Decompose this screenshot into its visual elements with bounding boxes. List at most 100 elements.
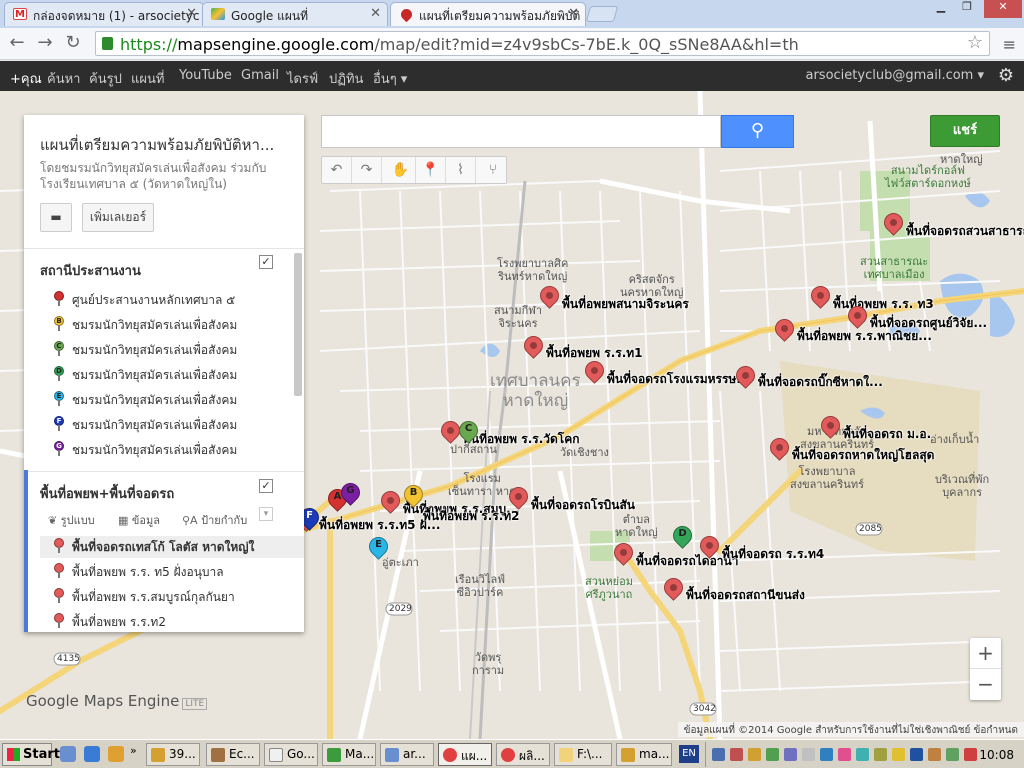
start-button[interactable]: Start (2, 743, 60, 766)
draw-line-icon[interactable]: ⌇ (446, 157, 476, 183)
marker-label[interactable]: พื้นที่จอดรถ ร.ร.ท4 (722, 545, 824, 564)
gbar-youtube[interactable]: YouTube (179, 68, 232, 83)
map-marker[interactable] (660, 574, 687, 605)
list-item[interactable]: F ชมรมนักวิทยุสมัครเล่นเพื่อสังคม (54, 414, 294, 436)
map-marker[interactable] (771, 315, 798, 346)
layer-checkbox[interactable]: ✓ (259, 255, 273, 269)
scrollbar[interactable] (294, 253, 302, 396)
taskbar-button[interactable]: 39... (146, 743, 200, 766)
marker-label[interactable]: พื้นที่อพยพ ร.ร.วัดโคก (463, 430, 580, 449)
map-marker-d[interactable]: D (669, 522, 696, 553)
account-menu[interactable]: arsocietyclub@gmail.com ▾ (806, 68, 985, 83)
list-item[interactable]: B ชมรมนักวิทยุสมัครเล่นเพื่อสังคม (54, 314, 294, 336)
tab-gmail[interactable]: M กล่องจดหมาย (1) - arsocietyc ✕ (4, 2, 204, 26)
marker-label[interactable]: พื้นที่จอดรถโรบินสัน (531, 496, 635, 515)
marker-label[interactable]: พื้นที่อพยพ ร.ร.ท2 (423, 507, 520, 526)
layer-options-dropdown[interactable]: ▾ (259, 507, 273, 521)
tray-icon[interactable] (820, 748, 833, 761)
new-tab-button[interactable] (585, 6, 619, 22)
map-marker[interactable] (377, 487, 404, 518)
gear-icon[interactable]: ⚙ (998, 65, 1014, 86)
map-marker[interactable] (880, 209, 907, 240)
marker-label[interactable]: พื้นที่จอดรถสวนสาธารณ (906, 222, 1024, 241)
taskbar-button[interactable]: Go... (264, 743, 318, 766)
marker-label[interactable]: พื้นที่จอดรถบิ๊กซีหาดใ... (758, 373, 883, 392)
list-item[interactable]: ศูนย์ประสานงานหลักเทศบาล ๕ (54, 289, 294, 311)
map-marker[interactable] (807, 282, 834, 313)
layer-checkbox[interactable]: ✓ (259, 479, 273, 493)
list-item[interactable]: พื้นที่อพยพ ร.ร.ท2 (54, 611, 294, 632)
tray-icon[interactable] (856, 748, 869, 761)
list-item[interactable]: พื้นที่อพยพ ร.ร. ท5 ฝั่งอนุบาล (54, 561, 294, 583)
list-item[interactable]: พื้นที่จอดรถเทสโก้ โลตัส หาดใหญ่ใ (40, 536, 304, 558)
map-marker[interactable] (437, 417, 464, 448)
tray-icon[interactable] (730, 748, 743, 761)
hand-icon[interactable]: ✋ (386, 157, 416, 183)
forward-icon[interactable]: → (34, 32, 56, 54)
map-description[interactable]: โดยชมรมนักวิทยุสมัครเล่นเพื่อสังคม ร่วมก… (40, 160, 290, 192)
labels-tool[interactable]: ⚲A ป้ายกำกับ (182, 511, 247, 529)
tray-icon[interactable] (748, 748, 761, 761)
redo-icon[interactable]: ↷ (352, 157, 382, 183)
map-marker[interactable] (610, 539, 637, 570)
tray-icon[interactable] (802, 748, 815, 761)
minimize-icon[interactable]: ▁ (928, 0, 954, 18)
tab-google-maps[interactable]: Google แผนที่ ✕ (202, 2, 388, 26)
map-marker[interactable] (581, 357, 608, 388)
map-marker[interactable] (732, 362, 759, 393)
marker-label[interactable]: พื้นที่จอดรถโรงแรมหรรษ... (607, 370, 750, 389)
search-button[interactable]: ⚲ (721, 115, 794, 148)
tray-icon[interactable] (712, 748, 725, 761)
marker-label[interactable]: พื้นที่จอดรถ ม.อ. (843, 425, 931, 444)
tray-icon[interactable] (910, 748, 923, 761)
taskbar-button[interactable]: ar... (380, 743, 434, 766)
marker-label[interactable]: พื้นที่อพยพ ร.ร.พาณิชย... (797, 327, 932, 346)
tray-icon[interactable] (928, 748, 941, 761)
map-marker[interactable] (696, 532, 723, 563)
gbar-images[interactable]: ค้นรูป (89, 68, 122, 89)
directions-icon[interactable]: ⑂ (478, 157, 508, 183)
map-marker-c[interactable]: C (455, 417, 482, 448)
tray-icon[interactable] (892, 748, 905, 761)
taskbar-button[interactable]: Ma... (322, 743, 376, 766)
map-marker[interactable] (520, 332, 547, 363)
gbar-gmail[interactable]: Gmail (241, 68, 279, 83)
back-icon[interactable]: ← (6, 32, 28, 54)
taskbar-button[interactable]: Ec... (206, 743, 260, 766)
style-tool[interactable]: ❦ รูปแบบ (48, 511, 95, 529)
tray-icon[interactable] (766, 748, 779, 761)
marker-label[interactable]: พื้นที่จอดรถสถานีขนส่ง (686, 586, 805, 605)
list-item[interactable]: G ชมรมนักวิทยุสมัครเล่นเพื่อสังคม (54, 439, 294, 461)
gbar-calendar[interactable]: ปฏิทิน (329, 68, 363, 89)
menu-icon[interactable]: ≡ (1003, 35, 1016, 54)
layer-title[interactable]: สถานีประสานงาน (40, 260, 141, 281)
map-attribution[interactable]: ข้อมูลแผนที่ ©2014 Google สำหรับการใช้งา… (677, 722, 1024, 737)
gbar-plus-you[interactable]: +คุณ (10, 68, 42, 89)
map-marker[interactable] (536, 282, 563, 313)
list-item[interactable]: พื้นที่อพยพ ร.ร.สมบูรณ์กุลกันยา (54, 586, 294, 608)
url-field[interactable]: https://mapsengine.google.com/map/edit?m… (95, 31, 990, 56)
list-item[interactable]: C ชมรมนักวิทยุสมัครเล่นเพื่อสังคม (54, 339, 294, 361)
map-marker[interactable] (817, 412, 844, 443)
marker-label[interactable]: พื้นที่จอดรถหาดใหญ่โฮลสุด (792, 446, 934, 465)
bookmark-star-icon[interactable]: ☆ (967, 32, 983, 53)
open-folder-button[interactable]: ▬ (40, 203, 72, 232)
zoom-in-button[interactable]: + (970, 638, 1001, 669)
reload-icon[interactable]: ↻ (62, 32, 84, 54)
gbar-drive[interactable]: ไดรฟ์ (287, 68, 318, 89)
more-icon[interactable]: » (130, 744, 137, 757)
taskbar-button[interactable]: ma... (616, 743, 672, 766)
add-marker-icon[interactable]: 📍 (416, 157, 446, 183)
map-title[interactable]: แผนที่เตรียมความพร้อมภัยพิบัติหา... (40, 133, 274, 157)
close-icon[interactable]: ✕ (186, 6, 197, 21)
tray-icon[interactable] (964, 748, 977, 761)
gbar-more[interactable]: อื่นๆ ▾ (373, 68, 407, 89)
undo-icon[interactable]: ↶ (322, 157, 352, 183)
quicklaunch-icon[interactable] (108, 746, 124, 762)
tab-mapsengine[interactable]: แผนที่เตรียมความพร้อมภัยพิบัติ ✕ (390, 2, 586, 26)
map-marker-b[interactable]: B (400, 481, 427, 512)
close-icon[interactable]: ✕ (370, 6, 381, 21)
add-layer-button[interactable]: เพิ่มเลเยอร์ (82, 203, 154, 232)
tray-icon[interactable] (874, 748, 887, 761)
data-tool[interactable]: ▦ ข้อมูล (118, 511, 160, 529)
